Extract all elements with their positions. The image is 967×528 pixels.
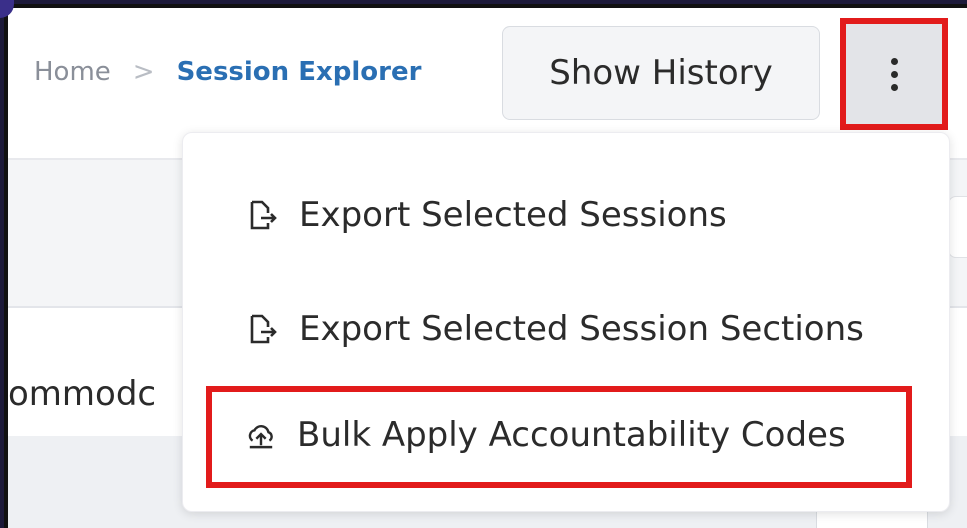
upload-cloud-icon xyxy=(247,419,275,451)
filter-field[interactable] xyxy=(948,196,967,258)
breadcrumb-current-page[interactable]: Session Explorer xyxy=(177,57,422,87)
menu-item-export-sessions[interactable]: Export Selected Sessions xyxy=(183,175,949,255)
menu-item-bulk-apply-codes[interactable]: Bulk Apply Accountability Codes xyxy=(183,395,949,475)
more-options-button[interactable] xyxy=(840,18,948,130)
show-history-button[interactable]: Show History xyxy=(502,26,820,120)
export-file-icon xyxy=(249,199,277,231)
menu-item-export-session-sections[interactable]: Export Selected Session Sections xyxy=(183,289,949,369)
background-cell-text: ommodc xyxy=(8,374,157,414)
kebab-vertical-icon xyxy=(890,57,898,91)
breadcrumb: Home > Session Explorer xyxy=(34,52,421,92)
app-window: Home > Session Explorer Show History omm… xyxy=(4,4,967,528)
menu-item-label: Bulk Apply Accountability Codes xyxy=(297,415,846,455)
menu-item-label: Export Selected Session Sections xyxy=(299,309,864,349)
export-file-icon xyxy=(249,313,277,345)
more-options-menu: Export Selected Sessions Export Selected… xyxy=(182,132,950,512)
breadcrumb-home-link[interactable]: Home xyxy=(34,57,111,87)
menu-item-label: Export Selected Sessions xyxy=(299,195,727,235)
chevron-right-icon: > xyxy=(132,57,155,87)
